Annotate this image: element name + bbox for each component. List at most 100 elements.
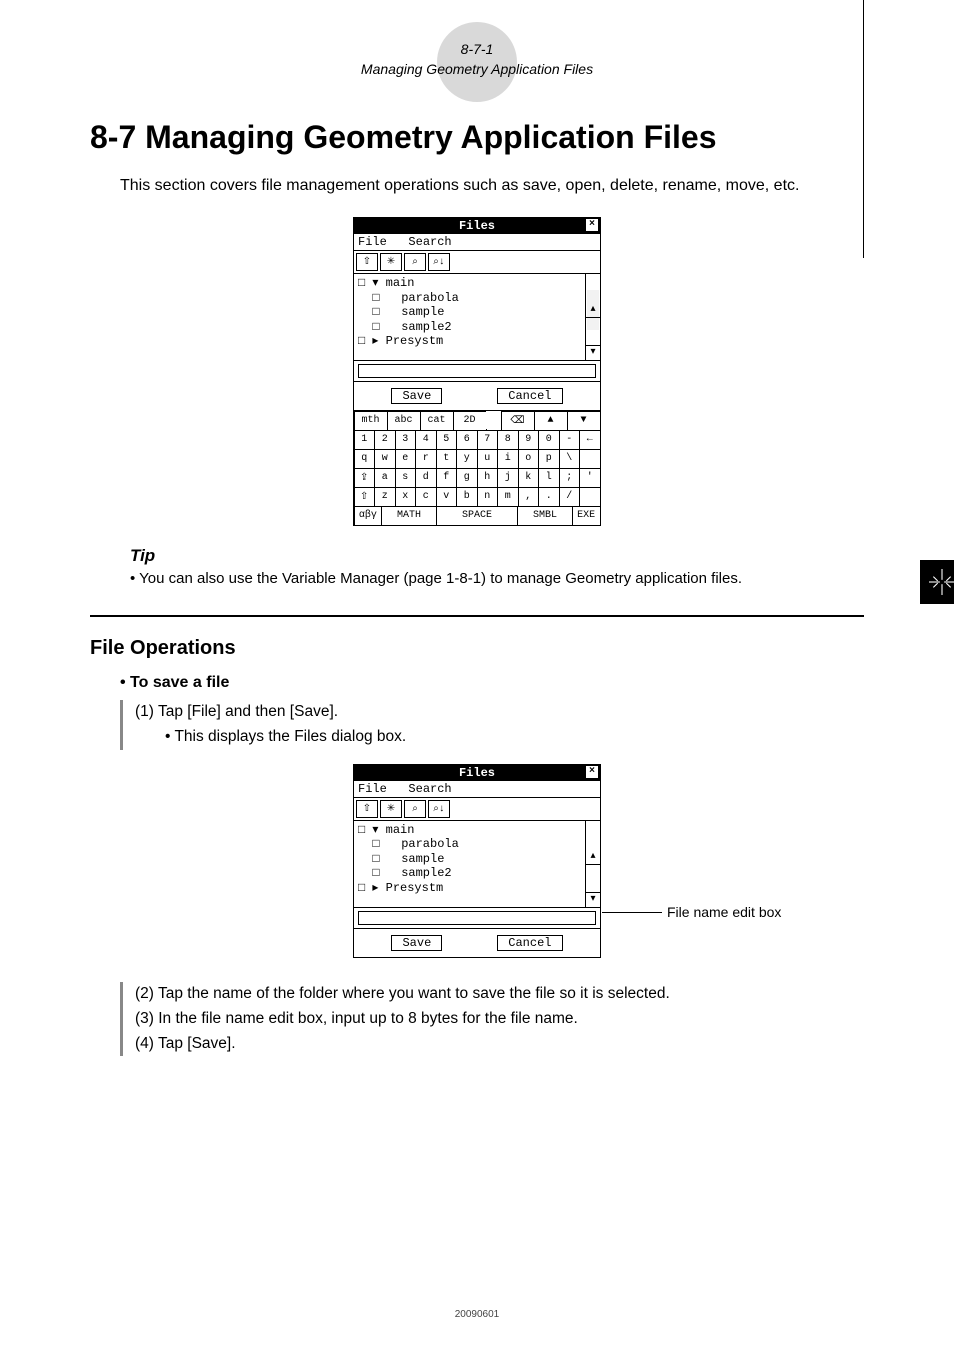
kb-key[interactable]: 2 xyxy=(374,430,396,450)
kb-key[interactable]: s xyxy=(395,468,417,488)
scroll-up-icon-2[interactable]: ▴ xyxy=(586,850,600,865)
kb-key[interactable]: . xyxy=(538,487,560,507)
menu-file[interactable]: File xyxy=(358,235,387,249)
kb-key[interactable]: - xyxy=(559,430,581,450)
kb-tab-row: mth abc cat 2D ⌫ ▲ ▼ xyxy=(354,411,600,430)
kb-key[interactable]: ← xyxy=(579,430,601,450)
kb-key[interactable]: g xyxy=(456,468,478,488)
cancel-button-2[interactable]: Cancel xyxy=(497,935,562,951)
kb-a-row: ⇪asdfghjkl;' xyxy=(354,468,600,487)
scroll-down-icon-2[interactable]: ▾ xyxy=(586,892,600,907)
save-button-2[interactable]: Save xyxy=(391,935,442,951)
kb-key[interactable]: r xyxy=(415,449,437,469)
kb-key[interactable]: 0 xyxy=(538,430,560,450)
kb-key[interactable]: 8 xyxy=(497,430,519,450)
kb-key[interactable]: 9 xyxy=(518,430,540,450)
kb-key[interactable]: 6 xyxy=(456,430,478,450)
kb-key[interactable]: m xyxy=(497,487,519,507)
kb-key[interactable]: ; xyxy=(559,468,581,488)
kb-key[interactable]: 5 xyxy=(436,430,458,450)
kb-key[interactable]: i xyxy=(497,449,519,469)
kb-math[interactable]: MATH xyxy=(381,506,437,526)
kb-key[interactable]: 1 xyxy=(354,430,376,450)
tree-scrollbar[interactable]: ▴ ▾ xyxy=(585,274,600,360)
kb-tab-abc[interactable]: abc xyxy=(387,411,421,431)
kb-key[interactable]: ⇧ xyxy=(354,487,376,507)
kb-key[interactable]: 7 xyxy=(477,430,499,450)
folder-tree-text: □ ▾ main □ parabola □ sample □ sample2 □… xyxy=(358,276,459,348)
right-margin-rule xyxy=(863,0,864,258)
folder-tree[interactable]: □ ▾ main □ parabola □ sample □ sample2 □… xyxy=(354,274,600,361)
kb-key[interactable]: p xyxy=(538,449,560,469)
binoculars-down-icon-2[interactable]: ⌕↓ xyxy=(428,800,450,818)
kb-key[interactable]: t xyxy=(436,449,458,469)
menu-search-2[interactable]: Search xyxy=(408,782,451,796)
kb-key[interactable]: k xyxy=(518,468,540,488)
header-section-title: Managing Geometry Application Files xyxy=(90,60,864,80)
close-icon-2[interactable]: × xyxy=(586,766,598,778)
kb-key[interactable]: j xyxy=(497,468,519,488)
new-folder-icon[interactable]: ✳ xyxy=(380,253,402,271)
up-folder-icon-2[interactable]: ⇧ xyxy=(356,800,378,818)
kb-key[interactable]: y xyxy=(456,449,478,469)
folder-tree-2[interactable]: □ ▾ main □ parabola □ sample □ sample2 □… xyxy=(354,821,600,908)
kb-key[interactable]: 3 xyxy=(395,430,417,450)
kb-key[interactable]: e xyxy=(395,449,417,469)
kb-key[interactable]: \ xyxy=(559,449,581,469)
kb-exe[interactable]: EXE xyxy=(572,506,601,526)
close-icon[interactable]: × xyxy=(586,219,598,231)
kb-key[interactable]: v xyxy=(436,487,458,507)
filename-input[interactable] xyxy=(358,364,596,378)
menu-file-2[interactable]: File xyxy=(358,782,387,796)
kb-tab-mth[interactable]: mth xyxy=(354,411,388,431)
kb-key[interactable]: f xyxy=(436,468,458,488)
kb-alpha[interactable]: αβγ xyxy=(354,506,383,526)
scroll-thumb[interactable] xyxy=(587,290,599,330)
binoculars-icon-2[interactable]: ⌕ xyxy=(404,800,426,818)
kb-tab-cat[interactable]: cat xyxy=(420,411,454,431)
kb-key[interactable]: q xyxy=(354,449,376,469)
kb-bottom-row: αβγ MATH SPACE SMBL EXE xyxy=(354,506,600,525)
kb-z-row: ⇧zxcvbnm,./ xyxy=(354,487,600,506)
soft-keyboard: mth abc cat 2D ⌫ ▲ ▼ 1234567890-← qwerty… xyxy=(354,410,600,525)
kb-key[interactable] xyxy=(579,487,601,507)
kb-space[interactable]: SPACE xyxy=(436,506,518,526)
dialog-menubar-2: File Search xyxy=(354,781,600,798)
cancel-button[interactable]: Cancel xyxy=(497,388,562,404)
binoculars-icon[interactable]: ⌕ xyxy=(404,253,426,271)
kb-key[interactable]: u xyxy=(477,449,499,469)
new-folder-icon-2[interactable]: ✳ xyxy=(380,800,402,818)
kb-key[interactable]: w xyxy=(374,449,396,469)
section-divider xyxy=(90,615,864,617)
kb-key[interactable]: ⇪ xyxy=(354,468,376,488)
kb-key[interactable]: / xyxy=(559,487,581,507)
kb-key[interactable]: d xyxy=(415,468,437,488)
menu-search[interactable]: Search xyxy=(408,235,451,249)
scroll-down-icon[interactable]: ▾ xyxy=(586,345,600,360)
kb-key[interactable]: l xyxy=(538,468,560,488)
kb-key[interactable] xyxy=(579,449,601,469)
tree-scrollbar-2[interactable]: ▴ ▾ xyxy=(585,821,600,907)
kb-key[interactable]: n xyxy=(477,487,499,507)
dialog-titlebar: Files × xyxy=(354,218,600,234)
save-button[interactable]: Save xyxy=(391,388,442,404)
kb-key[interactable]: ' xyxy=(579,468,601,488)
up-folder-icon[interactable]: ⇧ xyxy=(356,253,378,271)
kb-down-icon[interactable]: ▼ xyxy=(567,411,601,431)
kb-key[interactable]: a xyxy=(374,468,396,488)
kb-key[interactable]: h xyxy=(477,468,499,488)
kb-backspace-icon[interactable]: ⌫ xyxy=(501,411,535,431)
registration-mark-icon xyxy=(920,560,954,604)
binoculars-down-icon[interactable]: ⌕↓ xyxy=(428,253,450,271)
kb-key[interactable]: z xyxy=(374,487,396,507)
kb-key[interactable]: o xyxy=(518,449,540,469)
kb-key[interactable]: b xyxy=(456,487,478,507)
kb-tab-2d[interactable]: 2D xyxy=(453,411,487,431)
filename-input-2[interactable] xyxy=(358,911,596,925)
kb-key[interactable]: , xyxy=(518,487,540,507)
kb-key[interactable]: x xyxy=(395,487,417,507)
kb-key[interactable]: c xyxy=(415,487,437,507)
kb-up-icon[interactable]: ▲ xyxy=(534,411,568,431)
kb-smbl[interactable]: SMBL xyxy=(517,506,573,526)
kb-key[interactable]: 4 xyxy=(415,430,437,450)
